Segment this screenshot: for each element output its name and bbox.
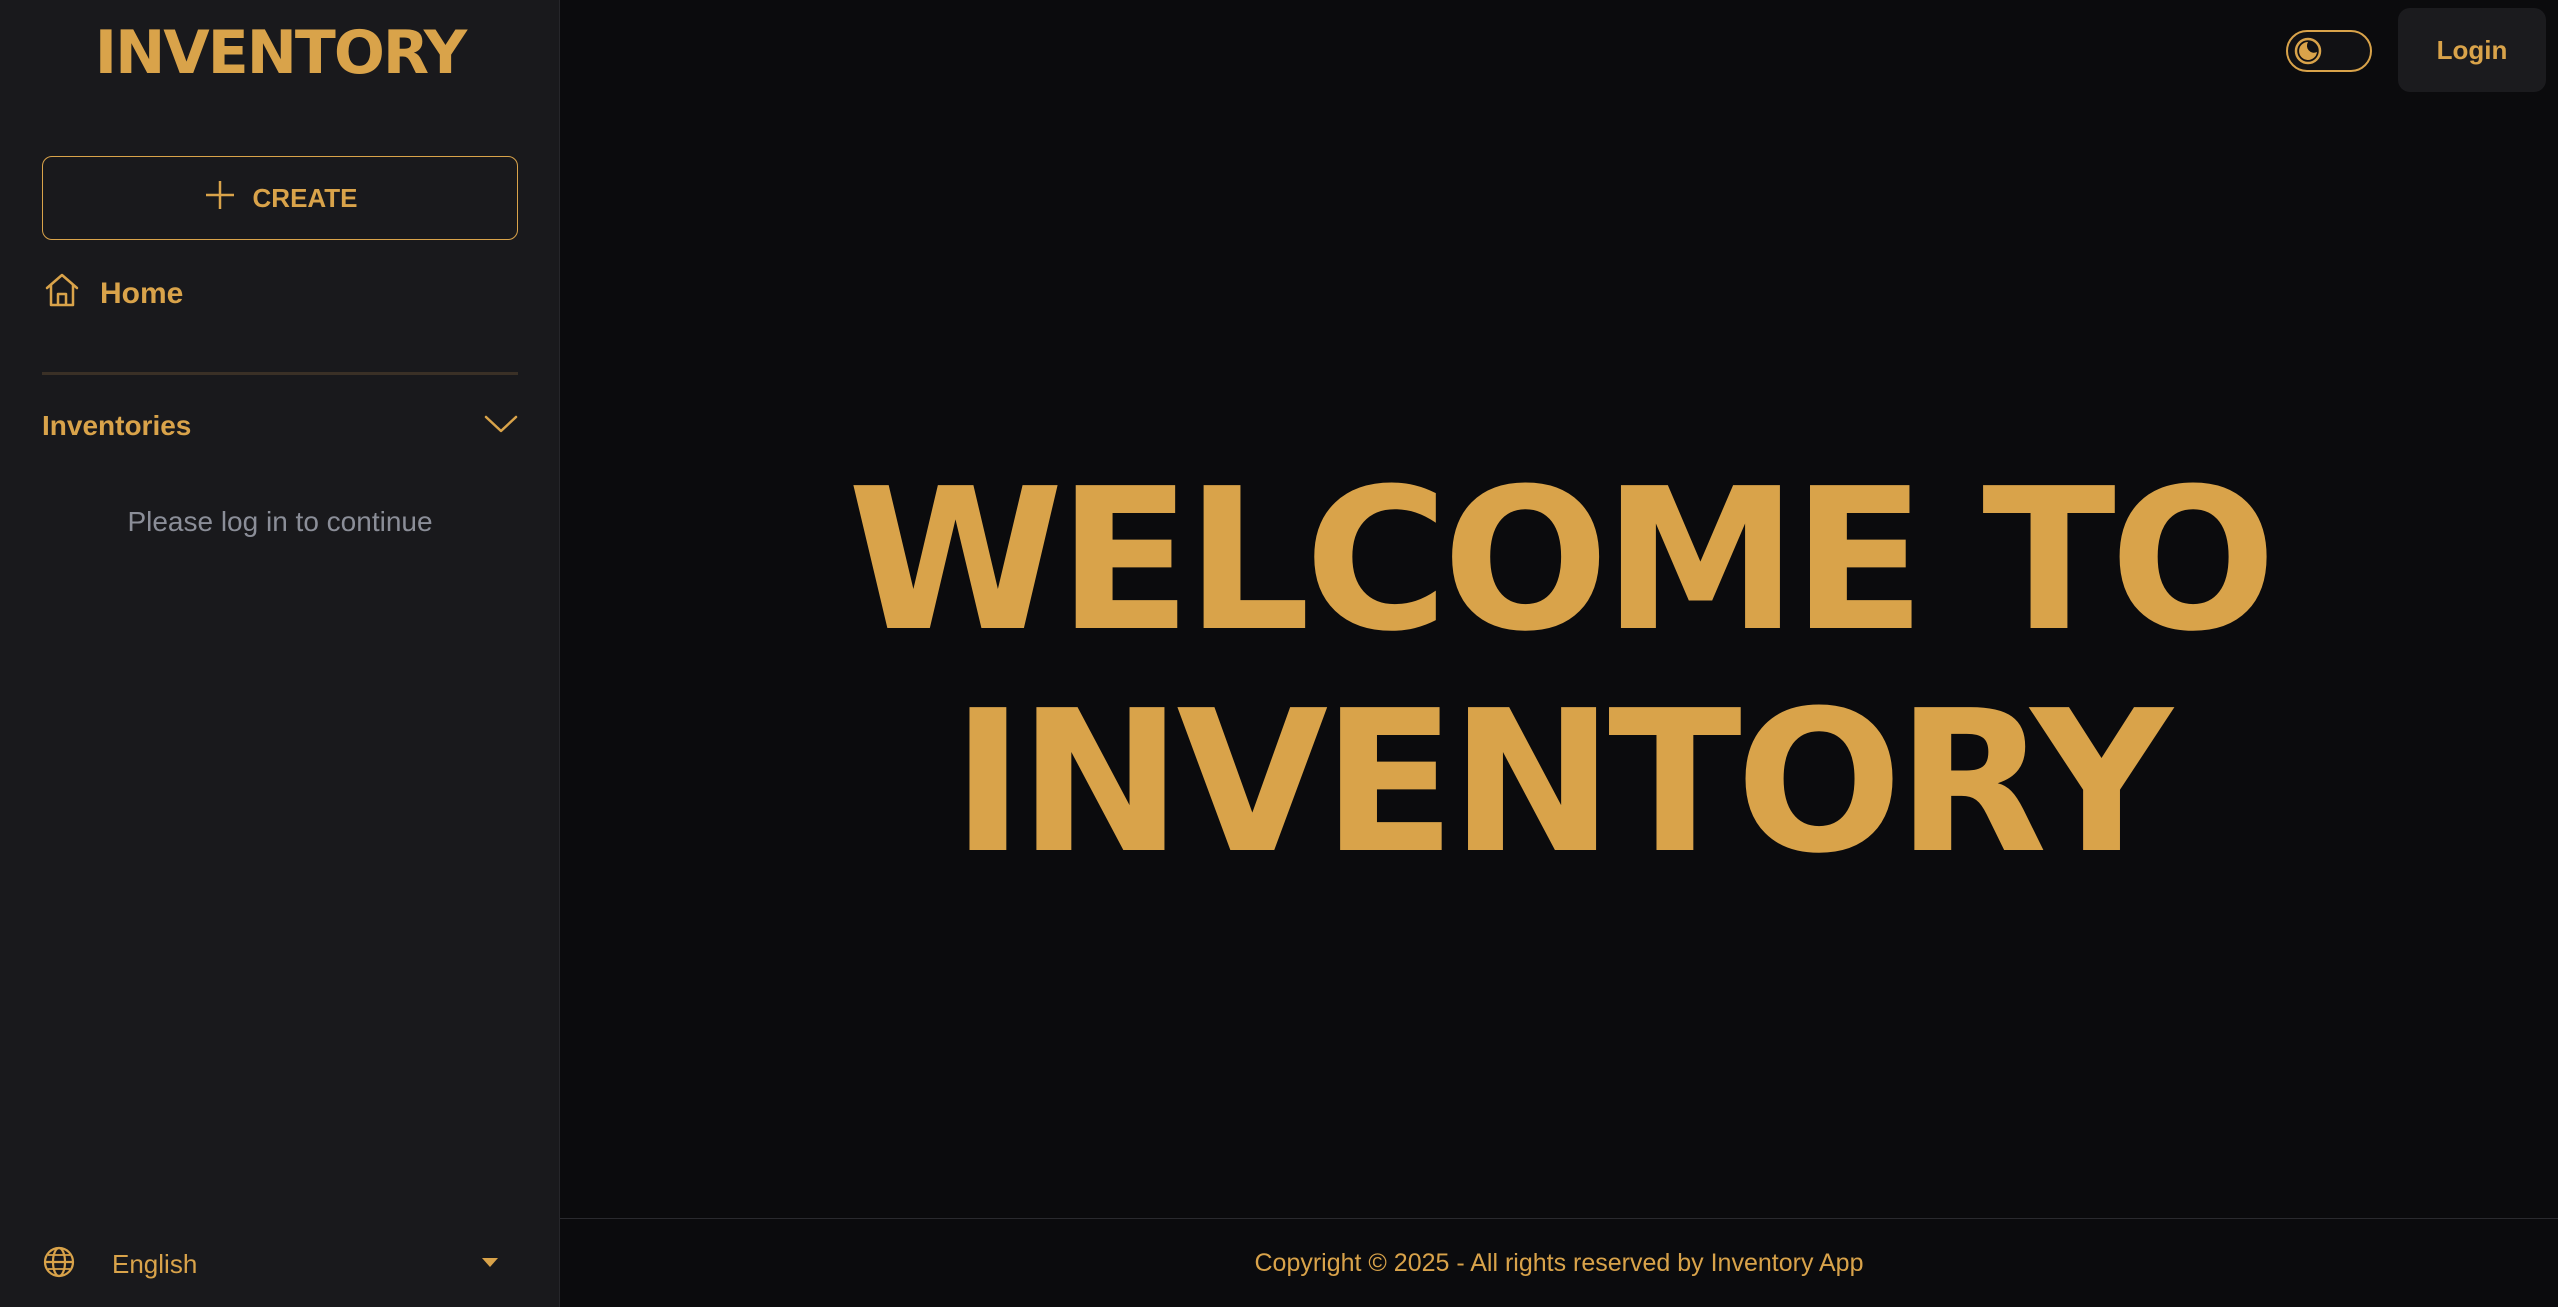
chevron-down-icon[interactable] — [484, 414, 518, 439]
sidebar-divider — [42, 372, 518, 375]
home-icon — [42, 270, 82, 318]
globe-icon — [42, 1245, 76, 1284]
login-hint-text: Please log in to continue — [127, 506, 433, 537]
create-button[interactable]: CREATE — [42, 156, 518, 240]
footer: Copyright © 2025 - All rights reserved b… — [560, 1218, 2558, 1307]
hero-heading: WELCOME TO INVENTORY — [560, 450, 2558, 894]
login-button[interactable]: Login — [2398, 8, 2546, 92]
create-button-label: CREATE — [252, 182, 358, 213]
brand-logo[interactable]: INVENTORY — [0, 18, 560, 88]
theme-toggle[interactable] — [2286, 30, 2372, 72]
sidebar: INVENTORY CREATE Home Inventories Please… — [0, 0, 560, 1307]
copyright-text: Copyright © 2025 - All rights reserved b… — [1254, 1248, 1864, 1277]
language-select[interactable]: English — [42, 1244, 498, 1284]
caret-down-icon — [482, 1255, 498, 1273]
sidebar-item-label: Home — [100, 277, 184, 310]
hero-line-2: INVENTORY — [951, 669, 2172, 897]
sidebar-item-home[interactable]: Home — [42, 270, 183, 318]
inventories-section-title: Inventories — [42, 410, 192, 441]
plus-icon — [203, 178, 237, 219]
moon-icon — [2294, 37, 2322, 65]
inventories-section-toggle[interactable]: Inventories — [42, 406, 518, 446]
hero-line-1: WELCOME TO — [847, 447, 2277, 675]
app-root: INVENTORY CREATE Home Inventories Please… — [0, 0, 2558, 1307]
language-label: English — [112, 1248, 198, 1279]
